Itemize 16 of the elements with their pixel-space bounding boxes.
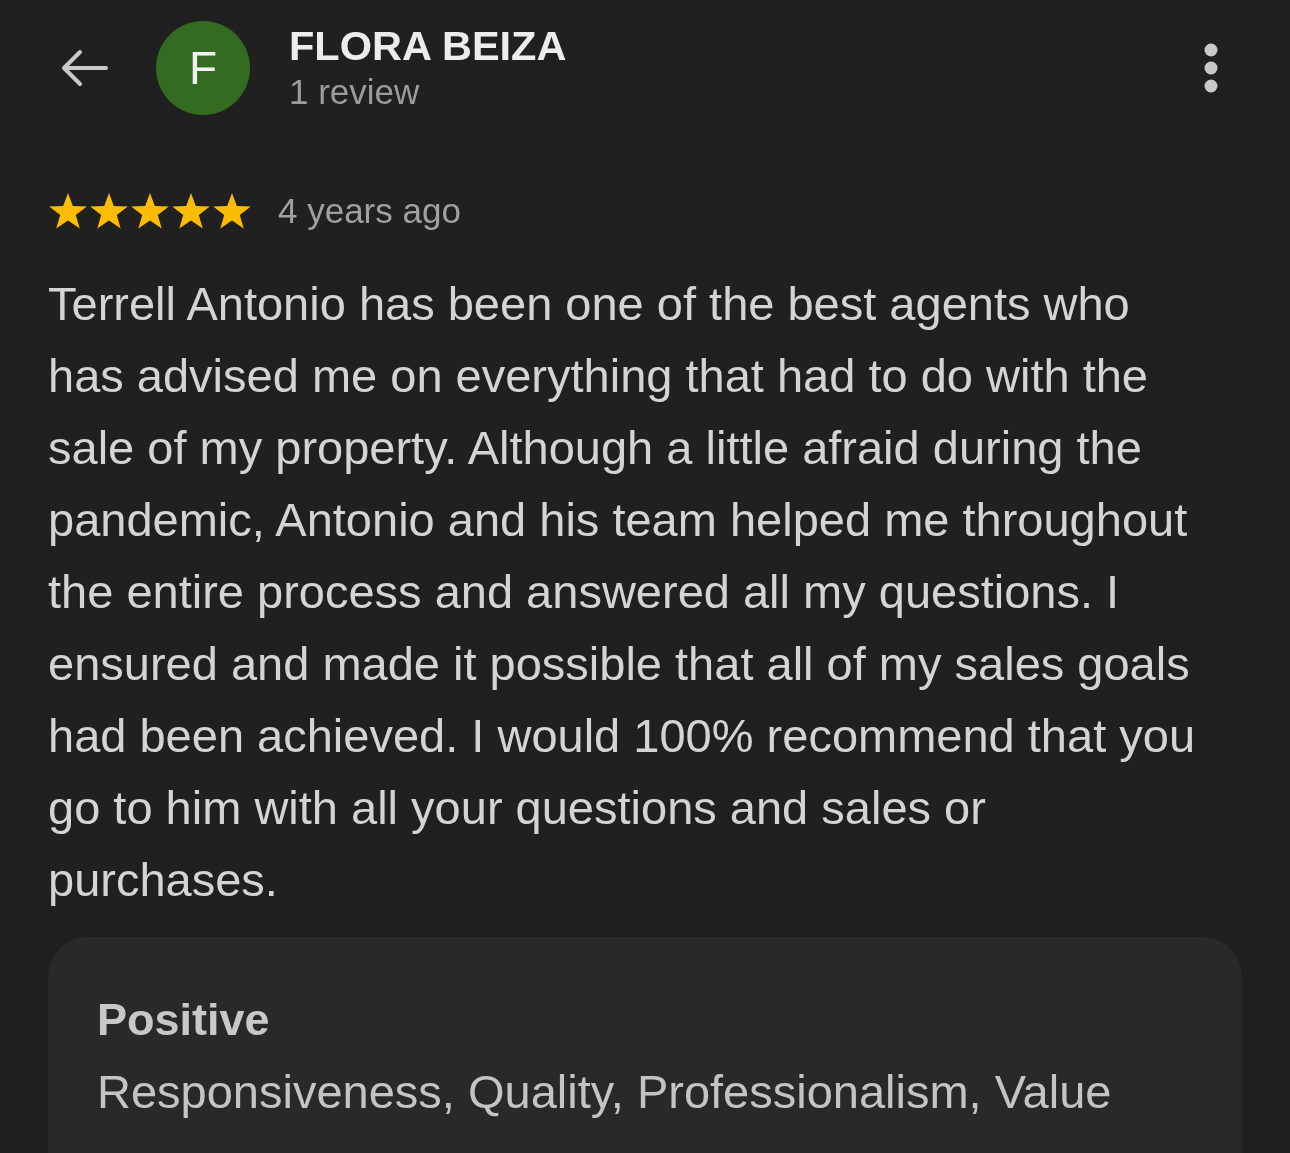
reviewer-name: FLORA BEIZA bbox=[289, 24, 567, 68]
back-button[interactable] bbox=[60, 49, 108, 87]
star-icon bbox=[48, 192, 88, 230]
highlight-attributes: Responsiveness, Quality, Professionalism, Value bbox=[97, 1064, 1113, 1120]
review-text: Terrell Antonio has been one of the best agents who has advised me on everything that had to do with the sale of my property. Although a little afraid during the pandemic, Antonio and his team helped me throughout the entire process and answered all my questions. I ensured and made it possible that all of my sales goals had been achieved. I would 100% recommend that you go to him with all your questions and sales or purchases. bbox=[48, 276, 1197, 908]
star-icon bbox=[212, 192, 252, 230]
star-icon bbox=[171, 192, 211, 230]
back-arrow-icon bbox=[60, 49, 108, 87]
avatar: F bbox=[156, 21, 250, 115]
highlight-title: Positive bbox=[97, 993, 271, 1047]
review-time: 4 years ago bbox=[278, 191, 461, 231]
more-options-button[interactable] bbox=[1204, 43, 1218, 93]
star-icon bbox=[89, 192, 129, 230]
review-count: 1 review bbox=[289, 72, 421, 112]
star-icon bbox=[130, 192, 170, 230]
more-icon bbox=[1204, 43, 1218, 93]
